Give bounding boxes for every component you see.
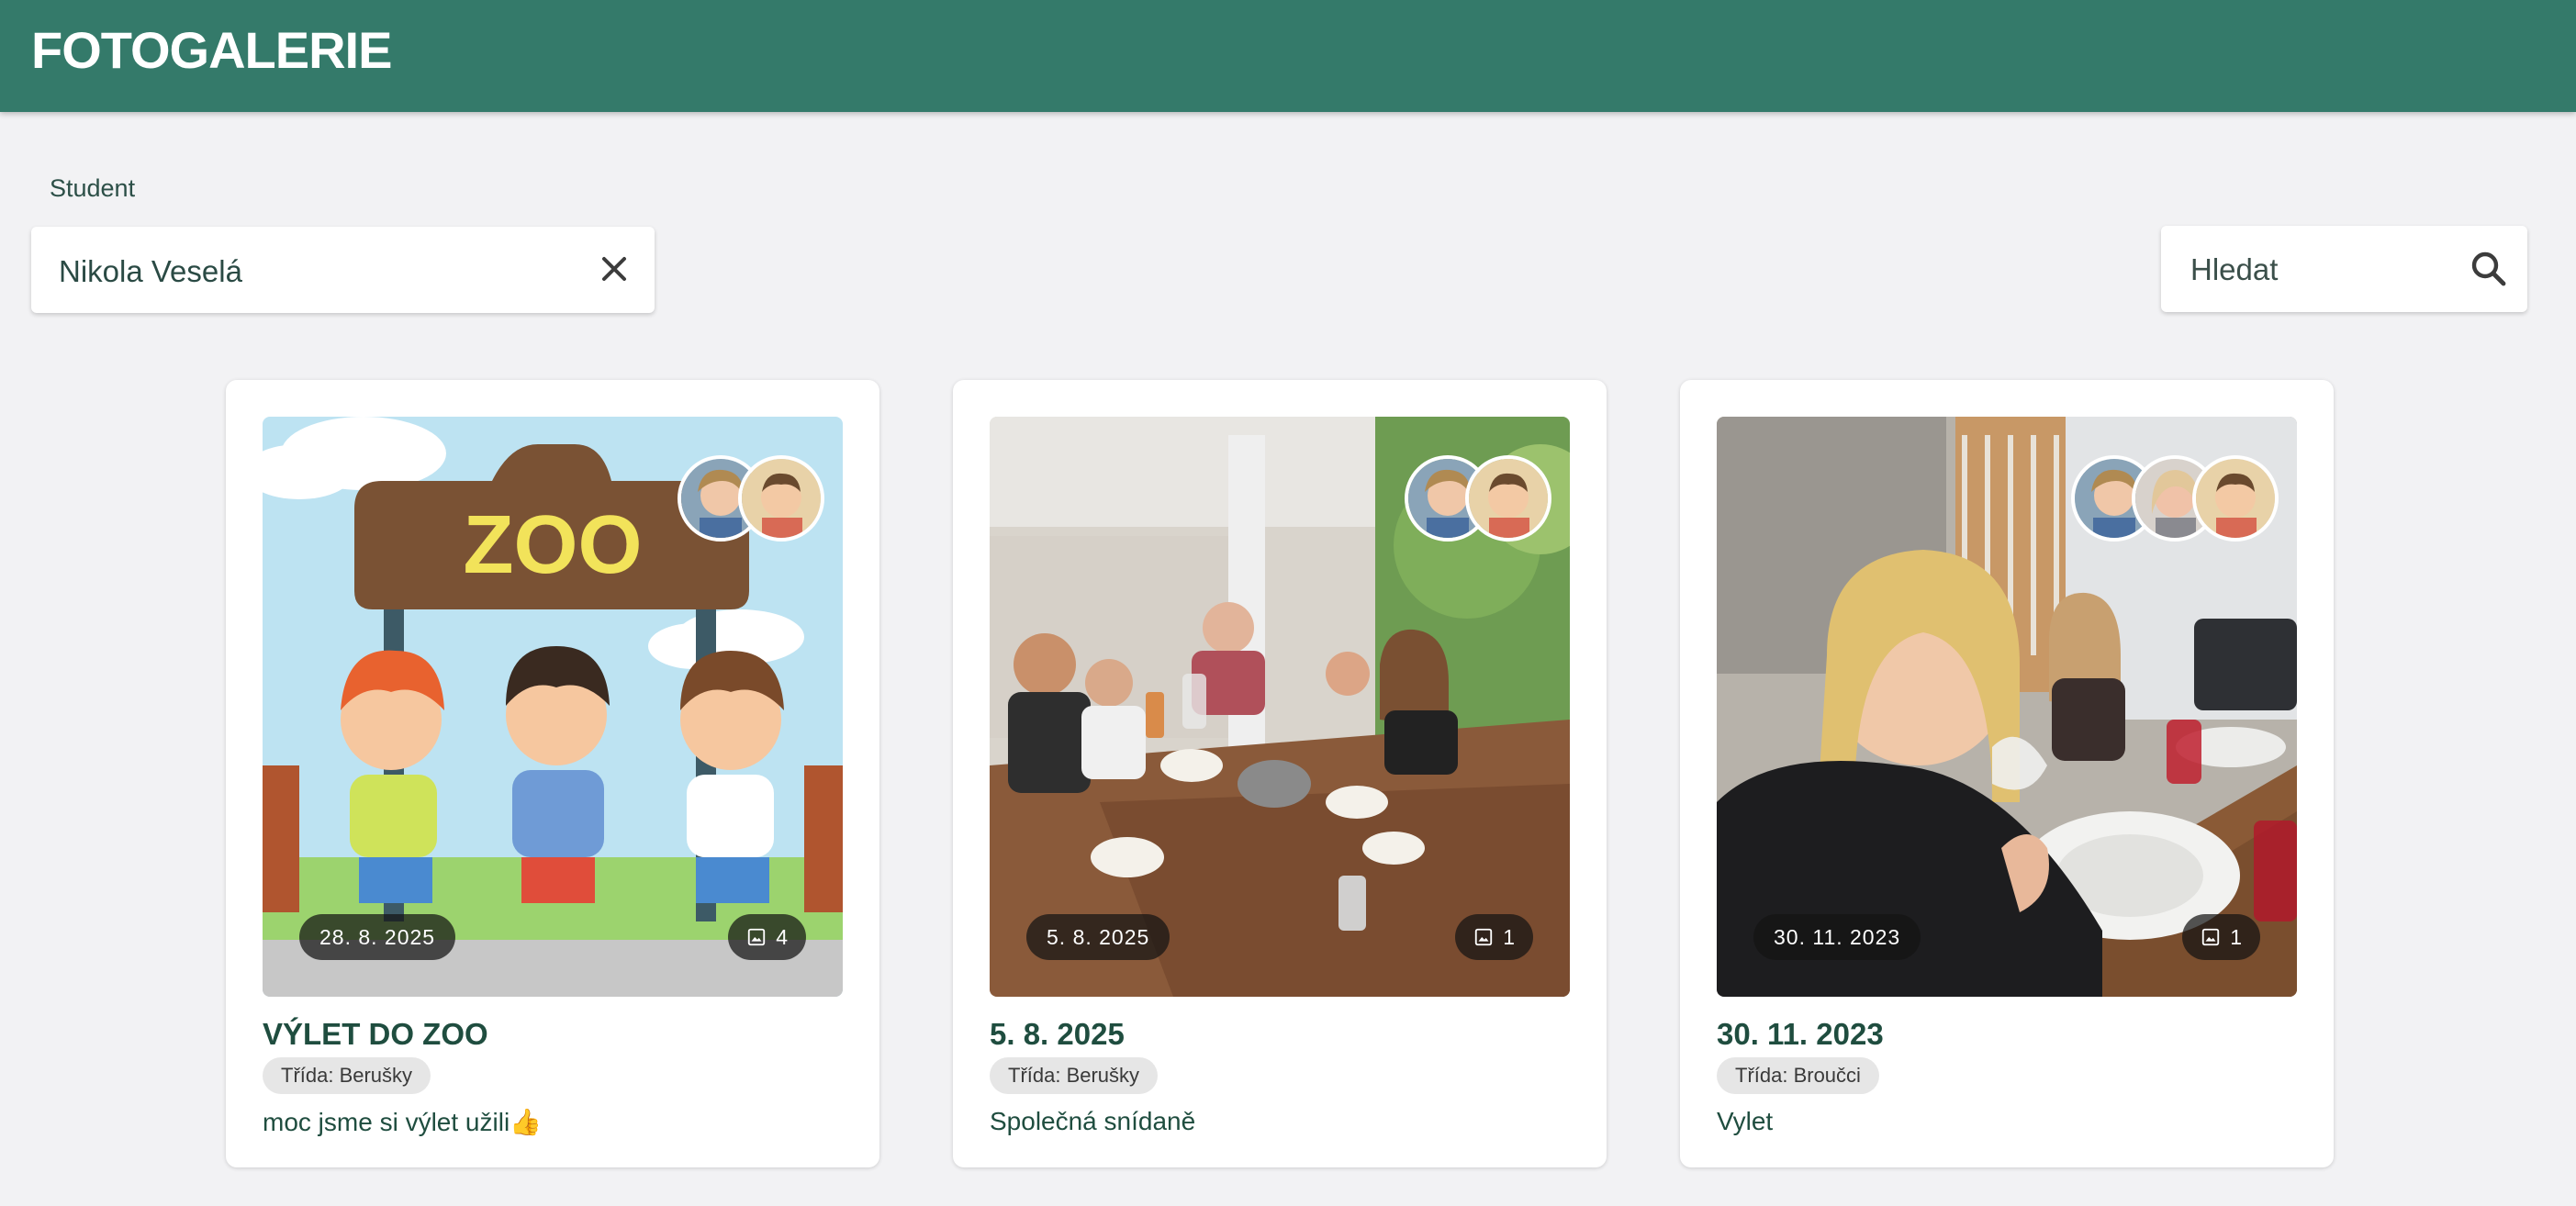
album-cover-photo[interactable]: 5. 8. 2025 1 xyxy=(990,417,1570,997)
avatar xyxy=(1465,455,1551,542)
search-icon[interactable] xyxy=(2467,247,2511,291)
photo-count-badge: 1 xyxy=(1455,914,1533,960)
search-input[interactable] xyxy=(2189,248,2449,292)
class-chip: Třída: Broučci xyxy=(1717,1057,1879,1094)
student-select-value: Nikola Veselá xyxy=(59,254,242,288)
photo-count: 1 xyxy=(2230,925,2242,949)
student-select[interactable]: Nikola Veselá xyxy=(31,227,655,313)
album-title: 5. 8. 2025 xyxy=(990,1017,1125,1051)
tagged-students xyxy=(678,455,824,542)
album-title: VÝLET DO ZOO xyxy=(263,1017,488,1051)
image-icon xyxy=(748,928,766,946)
album-caption: Společná snídaně xyxy=(990,1107,1196,1135)
photo-count: 4 xyxy=(776,925,788,949)
image-icon xyxy=(1475,928,1493,946)
album-date-badge: 5. 8. 2025 xyxy=(1026,914,1170,960)
student-field-label: Student xyxy=(50,174,136,202)
album-date-badge: 30. 11. 2023 xyxy=(1753,914,1921,960)
svg-text:ZOO: ZOO xyxy=(464,499,643,591)
album-cover-photo[interactable]: 30. 11. 2023 1 xyxy=(1717,417,2297,997)
album-card[interactable]: 30. 11. 2023 1 30. 11. 2023 Třída: Brouč… xyxy=(1680,380,2334,1167)
search-box[interactable] xyxy=(2161,226,2527,312)
class-chip: Třída: Berušky xyxy=(263,1057,431,1094)
avatar xyxy=(2192,455,2279,542)
album-cover-photo[interactable]: ZOO 28. 8. 2025 4 xyxy=(263,417,843,997)
photo-count-badge: 1 xyxy=(2182,914,2260,960)
app-bar: FOTOGALERIE xyxy=(0,0,2576,112)
album-caption: moc jsme si výlet užili👍 xyxy=(263,1108,543,1136)
album-title: 30. 11. 2023 xyxy=(1717,1017,1884,1051)
album-card[interactable]: 5. 8. 2025 1 5. 8. 2025 Třída: Berušky S… xyxy=(953,380,1607,1167)
close-icon[interactable] xyxy=(594,249,634,289)
album-caption: Vylet xyxy=(1717,1107,1774,1135)
photo-count: 1 xyxy=(1503,925,1515,949)
tagged-students xyxy=(2071,455,2279,542)
app-title: FOTOGALERIE xyxy=(31,21,392,79)
tagged-students xyxy=(1405,455,1551,542)
album-date-badge: 28. 8. 2025 xyxy=(299,914,456,960)
class-chip: Třída: Berušky xyxy=(990,1057,1159,1094)
avatar xyxy=(738,455,824,542)
photo-count-badge: 4 xyxy=(728,914,806,960)
image-icon xyxy=(2202,928,2220,946)
album-card[interactable]: ZOO 28. 8. 2025 4 VÝLET DO ZOO Třída: Be… xyxy=(226,380,879,1167)
